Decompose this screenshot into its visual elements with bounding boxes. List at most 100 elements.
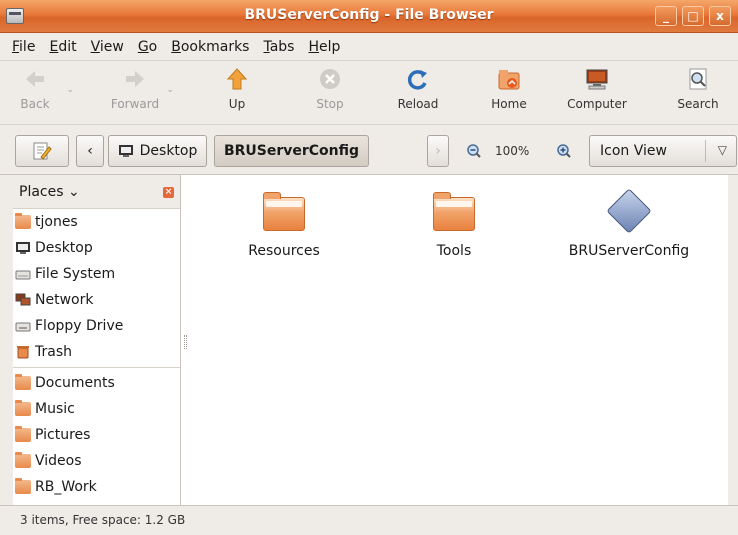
menu-help[interactable]: Help	[302, 39, 348, 55]
back-dropdown-icon[interactable]: ⌄	[66, 85, 74, 95]
close-sidebar-icon[interactable]: ×	[163, 187, 174, 198]
folder-icon	[15, 426, 31, 442]
sidebar-item-network[interactable]: Network	[13, 287, 180, 313]
sidebar-item-pictures[interactable]: Pictures	[13, 422, 180, 448]
pane-resize-handle[interactable]	[184, 335, 187, 349]
file-name: BRUServerConfig	[568, 243, 690, 259]
sidebar-item-documents[interactable]: Documents	[13, 370, 180, 396]
window-left-edge	[0, 175, 13, 505]
breadcrumb-right-button[interactable]: ›	[427, 135, 449, 167]
view-mode-value: Icon View	[600, 143, 667, 159]
menu-go-label: o	[148, 38, 158, 55]
sidebar-type-select[interactable]: Places ⌄	[19, 184, 80, 200]
sidebar-item-label: tjones	[35, 214, 78, 230]
menu-bookmarks[interactable]: Bookmarks	[165, 39, 257, 55]
back-button[interactable]: ⌄ Back	[0, 67, 74, 111]
menu-file[interactable]: File	[6, 39, 43, 55]
forward-dropdown-icon[interactable]: ⌄	[166, 85, 174, 95]
zoom-out-icon[interactable]	[466, 143, 482, 159]
sidebar: Places ⌄ × tjones Desktop File System Ne…	[13, 175, 181, 505]
search-label: Search	[677, 97, 719, 111]
sidebar-item-trash[interactable]: Trash	[13, 339, 180, 365]
zoom-level[interactable]: 100%	[495, 144, 529, 158]
breadcrumb-current-label: BRUServerConfig	[223, 143, 360, 159]
sidebar-item-floppy-drive[interactable]: Floppy Drive	[13, 313, 180, 339]
menu-view-label: iew	[99, 38, 124, 55]
folder-icon	[260, 189, 308, 237]
menu-edit-label: dit	[58, 38, 77, 55]
file-name: Resources	[248, 243, 320, 259]
computer-button[interactable]: Computer	[562, 67, 632, 111]
sidebar-item-label: Floppy Drive	[35, 318, 124, 334]
status-text: 3 items, Free space: 1.2 GB	[20, 513, 186, 527]
close-button[interactable]: x	[709, 6, 731, 26]
sidebar-item-videos[interactable]: Videos	[13, 448, 180, 474]
desktop-icon	[16, 242, 30, 254]
file-item-bruserverconfig[interactable]: BRUServerConfig	[554, 188, 704, 259]
zoom-in-icon[interactable]	[556, 143, 572, 159]
file-item-tools[interactable]: Tools	[379, 189, 529, 259]
forward-label: Forward	[110, 97, 160, 111]
menu-tabs-label: abs	[269, 38, 295, 55]
breadcrumb-left-button[interactable]: ‹	[76, 135, 104, 167]
status-bar: 3 items, Free space: 1.2 GB	[0, 505, 738, 535]
up-button[interactable]: Up	[202, 67, 272, 111]
chevron-left-icon: ‹	[87, 143, 93, 159]
chevron-right-icon: ›	[435, 143, 441, 159]
folder-icon	[15, 478, 31, 494]
title-bar[interactable]: BRUServerConfig - File Browser _ □ x	[0, 0, 738, 33]
breadcrumb-desktop[interactable]: Desktop	[108, 135, 207, 167]
sidebar-item-file-system[interactable]: File System	[13, 261, 180, 287]
arrow-right-icon	[126, 71, 144, 87]
breadcrumb-current[interactable]: BRUServerConfig	[214, 135, 369, 167]
sidebar-item-desktop[interactable]: Desktop	[13, 235, 180, 261]
menu-edit[interactable]: Edit	[43, 39, 84, 55]
sidebar-item-label: Pictures	[35, 427, 91, 443]
reload-button[interactable]: Reload	[383, 67, 453, 111]
sidebar-header-label: Places	[19, 184, 64, 200]
home-button[interactable]: Home	[474, 67, 544, 111]
network-icon	[15, 293, 31, 306]
sidebar-item-label: Desktop	[35, 240, 93, 256]
menu-view[interactable]: View	[85, 39, 132, 55]
stop-button[interactable]: Stop	[295, 67, 365, 111]
back-label: Back	[20, 97, 50, 111]
sidebar-item-music[interactable]: Music	[13, 396, 180, 422]
maximize-button[interactable]: □	[682, 6, 704, 26]
search-icon	[689, 68, 707, 90]
sidebar-header: Places ⌄ ×	[13, 175, 180, 209]
view-mode-select[interactable]: Icon View ▽	[589, 135, 737, 167]
menu-file-accel: F	[12, 38, 20, 55]
file-name: Tools	[436, 243, 472, 259]
chevron-down-icon: ▽	[717, 143, 727, 157]
menu-view-accel: V	[90, 38, 100, 55]
menu-go[interactable]: Go	[132, 39, 165, 55]
up-label: Up	[228, 97, 246, 111]
menu-bookmarks-accel: B	[171, 38, 181, 55]
file-item-resources[interactable]: Resources	[209, 189, 359, 259]
home-folder-icon	[15, 213, 31, 229]
folder-icon	[430, 189, 478, 237]
edit-location-icon	[33, 142, 52, 160]
computer-label: Computer	[567, 97, 627, 111]
window-title: BRUServerConfig - File Browser	[244, 7, 494, 23]
folder-icon	[15, 374, 31, 390]
reload-label: Reload	[397, 97, 439, 111]
sidebar-item-rb-work[interactable]: RB_Work	[13, 474, 180, 500]
file-view[interactable]: Resources Tools BRUServerConfig	[189, 175, 728, 505]
computer-icon	[586, 69, 608, 90]
home-label: Home	[491, 97, 527, 111]
forward-button[interactable]: ⌄ Forward	[100, 67, 174, 111]
search-button[interactable]: Search	[663, 67, 733, 111]
sidebar-item-label: Videos	[35, 453, 82, 469]
sidebar-item-tjones[interactable]: tjones	[13, 209, 180, 235]
menu-bar: File Edit View Go Bookmarks Tabs Help	[0, 33, 738, 61]
arrow-up-icon	[226, 68, 248, 90]
chevron-down-icon: ⌄	[67, 184, 80, 200]
menu-tabs[interactable]: Tabs	[257, 39, 302, 55]
minimize-button[interactable]: _	[655, 6, 677, 26]
menu-help-label: elp	[319, 38, 341, 55]
toggle-location-button[interactable]	[15, 135, 69, 167]
sidebar-item-label: Trash	[35, 344, 72, 360]
reload-icon	[407, 70, 427, 90]
